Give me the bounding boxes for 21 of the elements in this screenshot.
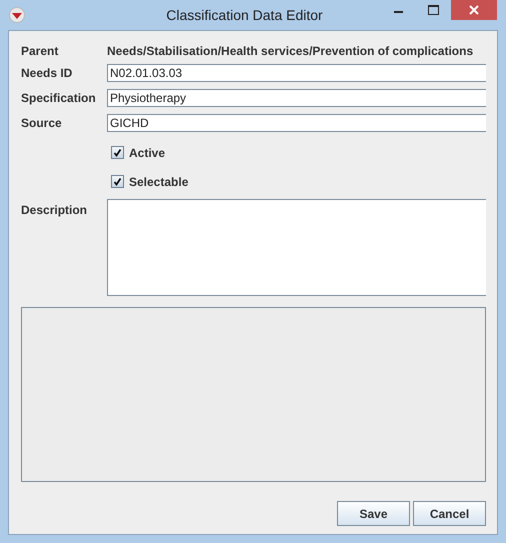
checkbox-label[interactable]: Active	[129, 146, 166, 160]
checkbox[interactable]	[111, 175, 124, 188]
text-field[interactable]: Physiotherapy	[107, 89, 486, 107]
description-field[interactable]	[107, 199, 486, 296]
field-label: Needs ID	[21, 66, 74, 80]
field-label: Source	[21, 116, 63, 130]
close-button[interactable]	[451, 0, 497, 20]
text-field[interactable]: GICHD	[107, 114, 486, 132]
window-title: Classification Data Editor	[165, 7, 324, 23]
app-logo-icon	[9, 7, 25, 23]
checkbox-label[interactable]: Selectable	[129, 174, 188, 188]
text-field[interactable]: N02.01.03.03	[107, 64, 486, 82]
save-button[interactable]: Save	[337, 501, 410, 526]
close-icon	[469, 5, 479, 15]
field-label: Specification	[21, 91, 97, 105]
checkbox[interactable]	[111, 146, 124, 159]
field-label: Parent	[21, 44, 60, 58]
cancel-button[interactable]: Cancel	[413, 501, 486, 526]
field-label: Description	[21, 203, 88, 217]
maximize-icon[interactable]	[428, 5, 439, 15]
parent-path: Needs/Stabilisation/Health services/Prevention of complications	[107, 44, 474, 58]
